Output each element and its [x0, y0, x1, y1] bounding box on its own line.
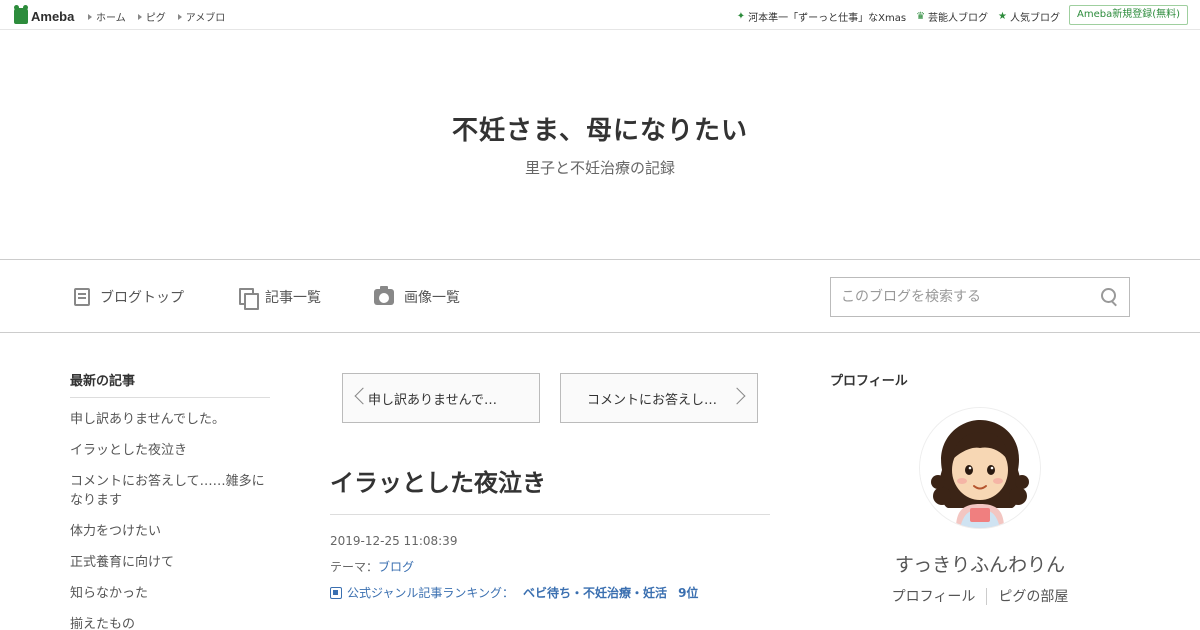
profile-links: プロフィール ピグの部屋 — [830, 586, 1130, 606]
global-nav-label: アメブロ — [185, 13, 226, 24]
global-nav-pigg[interactable]: ピグ — [137, 9, 166, 24]
ameba-logo-icon — [14, 5, 28, 24]
profile-link[interactable]: プロフィール — [881, 586, 987, 606]
nav-label: 記事一覧 — [265, 290, 321, 306]
avatar[interactable] — [920, 408, 1040, 528]
nav-label: ブログトップ — [100, 290, 184, 306]
recent-entry-link[interactable]: 揃えたもの — [70, 609, 270, 630]
ranking-genre: ベビ待ち・不妊治療・妊活 — [523, 586, 668, 600]
profile-heading: プロフィール — [830, 374, 908, 389]
global-nav-label: ホーム — [96, 13, 126, 24]
nav-label: 画像一覧 — [404, 290, 460, 306]
global-nav-label: ピグ — [145, 13, 166, 24]
global-header: Ameba ホーム ピグ アメブロ ✦ 河本準一「ずーっと仕事」なXmas ♛ 芸能… — [0, 0, 1200, 30]
entry-divider — [330, 514, 770, 515]
search-input[interactable] — [831, 278, 1091, 316]
recent-entry-link[interactable]: 知らなかった — [70, 578, 270, 609]
crown-icon: ♛ — [916, 11, 926, 22]
sparkle-icon: ✦ — [736, 11, 746, 22]
star-icon: ★ — [998, 11, 1007, 22]
theme-link[interactable]: ブログ — [378, 560, 414, 574]
camera-icon — [374, 286, 394, 305]
ranking-label: 公式ジャンル記事ランキング： — [347, 586, 515, 600]
triangle-right-icon — [137, 13, 142, 20]
theme-prefix: テーマ： — [330, 560, 379, 574]
promo-link-label: 河本準一「ずーっと仕事」なXmas — [748, 13, 907, 24]
recent-entry-link[interactable]: 体力をつけたい — [70, 516, 270, 547]
recent-entries: 最新の記事 申し訳ありませんでした。 イラッとした夜泣き コメントにお答えして…… — [70, 370, 270, 630]
search-icon[interactable] — [1101, 288, 1119, 306]
blog-search — [830, 277, 1130, 317]
header-promo-links: ✦ 河本準一「ずーっと仕事」なXmas ♛ 芸能人ブログ ★ 人気ブログ — [737, 9, 1060, 24]
pigg-room-link[interactable]: ピグの部屋 — [987, 586, 1079, 606]
recent-entries-title: 最新の記事 — [70, 370, 270, 398]
recent-entry-link[interactable]: コメントにお答えして……雑多になります — [70, 466, 270, 516]
prev-entry-button[interactable]: 申し訳ありませんで… — [342, 373, 540, 423]
blog-subtitle: 里子と不妊治療の記録 — [524, 159, 675, 177]
entry-date: 2019-12-25 11:08:39 — [330, 534, 458, 548]
ranking-position: 9位 — [678, 586, 699, 600]
recent-entry-link[interactable]: イラッとした夜泣き — [70, 435, 270, 466]
nav-blog-top[interactable]: ブログトップ — [74, 287, 184, 307]
triangle-right-icon — [88, 13, 92, 20]
blog-title[interactable]: 不妊さま、母になりたい — [0, 110, 1200, 147]
triangle-right-icon — [177, 13, 182, 20]
signup-button[interactable]: Ameba新規登録(無料) — [1068, 5, 1188, 25]
chevron-right-icon — [728, 387, 746, 405]
nav-entry-list[interactable]: 記事一覧 — [239, 287, 321, 310]
entry-theme: テーマ：ブログ — [330, 558, 414, 575]
ameba-logo[interactable]: Ameba — [14, 5, 75, 25]
copy-icon — [239, 288, 259, 310]
recent-entry-link[interactable]: 申し訳ありませんでした。 — [70, 404, 270, 435]
next-entry-button[interactable]: コメントにお答えし… — [560, 373, 758, 423]
logo-text: Ameba — [31, 8, 75, 24]
promo-link-popular[interactable]: ★ 人気ブログ — [998, 9, 1060, 24]
ranking-icon — [330, 586, 342, 599]
prev-entry-label: 申し訳ありませんで… — [368, 392, 497, 408]
blog-header: 不妊さま、母になりたい 里子と不妊治療の記録 — [0, 30, 1200, 259]
document-icon — [74, 288, 90, 306]
promo-link-label: 芸能人ブログ — [928, 13, 989, 24]
promo-link-label: 人気ブログ — [1010, 13, 1060, 24]
global-nav-ameblo[interactable]: アメブロ — [177, 9, 226, 24]
genre-ranking[interactable]: 公式ジャンル記事ランキング： ベビ待ち・不妊治療・妊活 9位 — [330, 584, 698, 601]
nav-image-list[interactable]: 画像一覧 — [374, 286, 460, 307]
recent-entry-link[interactable]: 正式養育に向けて — [70, 547, 270, 578]
avatar-illustration — [920, 408, 1040, 528]
promo-link-news[interactable]: ✦ 河本準一「ずーっと仕事」なXmas — [737, 9, 906, 24]
profile-name[interactable]: すっきりふんわりん — [830, 550, 1130, 577]
global-nav-home[interactable]: ホーム — [88, 9, 126, 24]
promo-link-celebrity[interactable]: ♛ 芸能人ブログ — [916, 9, 988, 24]
next-entry-label: コメントにお答えし… — [587, 392, 718, 408]
blog-nav: ブログトップ 記事一覧 画像一覧 — [0, 259, 1200, 333]
recent-entries-list: 申し訳ありませんでした。 イラッとした夜泣き コメントにお答えして……雑多になり… — [70, 404, 270, 630]
entry-title[interactable]: イラッとした夜泣き — [330, 463, 546, 498]
global-nav: ホーム ピグ アメブロ — [88, 9, 225, 24]
